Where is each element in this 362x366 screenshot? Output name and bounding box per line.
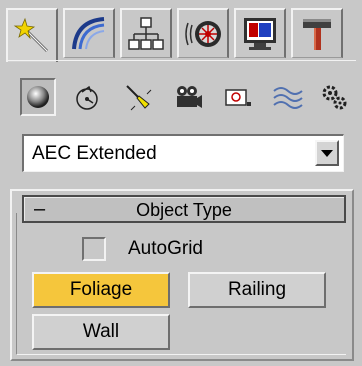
shapes-icon	[76, 85, 98, 110]
category-dropdown[interactable]: AEC Extended	[22, 134, 344, 172]
foliage-button[interactable]: Foliage	[32, 272, 170, 308]
hierarchy-icon	[128, 16, 164, 50]
railing-button[interactable]: Railing	[188, 272, 326, 308]
motion-wheel-icon	[185, 20, 221, 47]
shapes-category-button[interactable]	[70, 78, 106, 116]
dropdown-arrow-button[interactable]	[315, 140, 339, 166]
rollout-title: Object Type	[136, 200, 232, 220]
tab-utilities[interactable]	[291, 8, 343, 58]
cameras-icon	[177, 86, 202, 108]
rollout-header[interactable]: – Object Type	[22, 195, 346, 223]
space-warps-category-button[interactable]	[270, 78, 306, 116]
cameras-category-button[interactable]	[170, 78, 206, 116]
lights-icon	[126, 85, 152, 111]
systems-category-button[interactable]	[316, 78, 352, 116]
command-panel-tabs	[6, 8, 356, 62]
tab-motion[interactable]	[177, 8, 229, 58]
object-category-toolbar	[20, 78, 352, 118]
display-monitor-icon	[244, 17, 276, 50]
dropdown-selected-value: AEC Extended	[32, 143, 157, 164]
helpers-icon	[225, 89, 251, 106]
chevron-down-icon	[321, 150, 333, 157]
tab-create[interactable]	[6, 8, 58, 62]
tab-modify[interactable]	[63, 8, 115, 58]
modify-arc-icon	[72, 16, 105, 49]
autogrid-label: AutoGrid	[128, 238, 203, 259]
autogrid-checkbox[interactable]	[82, 237, 106, 261]
tab-divider	[6, 60, 356, 61]
tab-display[interactable]	[234, 8, 286, 58]
geometry-sphere-icon	[27, 86, 49, 108]
space-warps-icon	[273, 87, 303, 109]
utilities-hammer-icon	[303, 18, 331, 50]
systems-gear-icon	[322, 85, 347, 110]
lights-category-button[interactable]	[120, 78, 156, 116]
geometry-category-button[interactable]	[20, 78, 56, 116]
create-wand-icon	[13, 17, 49, 53]
wall-button[interactable]: Wall	[32, 314, 170, 350]
tab-hierarchy[interactable]	[120, 8, 172, 58]
helpers-category-button[interactable]	[220, 78, 256, 116]
